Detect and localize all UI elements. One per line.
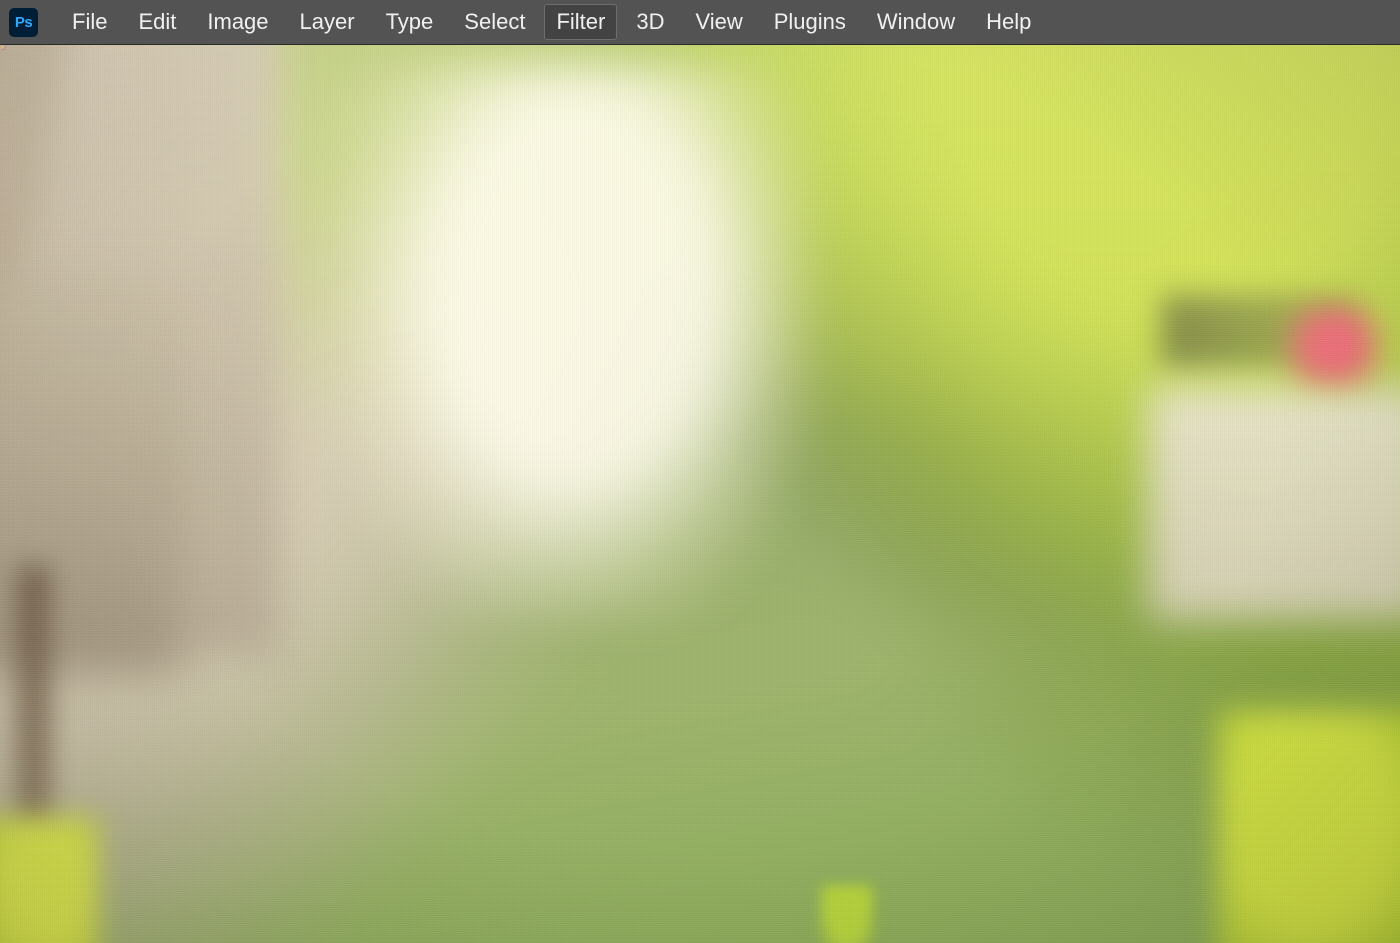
menu-item-3d[interactable]: 3D xyxy=(624,4,676,40)
menu-item-view[interactable]: View xyxy=(683,4,754,40)
right-hoop-earring xyxy=(0,45,4,49)
menu-item-edit[interactable]: Edit xyxy=(126,4,188,40)
menu-item-type[interactable]: Type xyxy=(374,4,446,40)
application-menu-bar: Ps File Edit Image Layer Type Select Fil… xyxy=(0,0,1400,45)
menu-item-file[interactable]: File xyxy=(60,4,119,40)
menu-item-filter[interactable]: Filter xyxy=(544,4,618,40)
document-canvas[interactable] xyxy=(0,45,1400,943)
photoshop-app-icon[interactable]: Ps xyxy=(9,7,38,37)
background-sun-haze xyxy=(336,62,812,620)
background-path-blur xyxy=(1148,386,1400,620)
menu-item-plugins[interactable]: Plugins xyxy=(762,4,858,40)
menu-item-help[interactable]: Help xyxy=(974,4,1043,40)
foreground-leaf xyxy=(819,884,875,943)
photoshop-window: Ps File Edit Image Layer Type Select Fil… xyxy=(0,0,1400,943)
background-red-bokeh xyxy=(1281,305,1386,387)
menu-item-window[interactable]: Window xyxy=(865,4,967,40)
menu-item-layer[interactable]: Layer xyxy=(288,4,367,40)
background-grass-left xyxy=(0,817,98,943)
menu-item-select[interactable]: Select xyxy=(452,4,537,40)
background-tree-trunk xyxy=(16,565,51,836)
menu-item-image[interactable]: Image xyxy=(195,4,280,40)
background-grass-right xyxy=(1218,709,1400,943)
photograph-three-women xyxy=(0,45,1400,943)
